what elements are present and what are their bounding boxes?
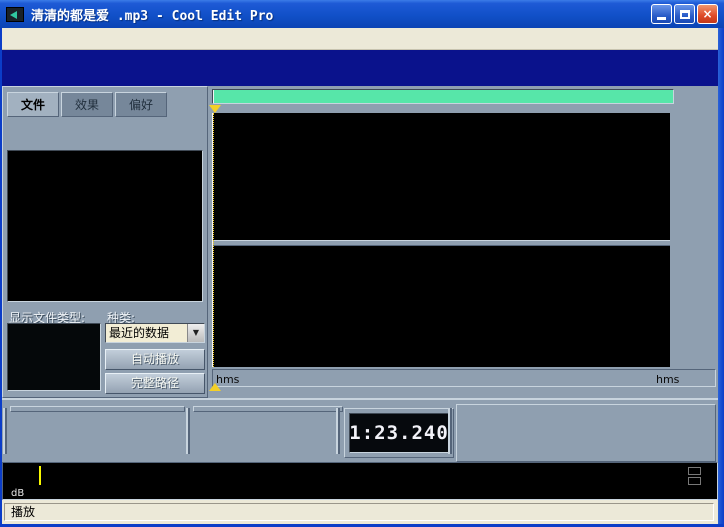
status-mode: 播放 (4, 503, 714, 521)
transport-controls (10, 406, 185, 412)
tab-favorites[interactable]: 偏好 (115, 92, 167, 117)
time-display[interactable]: 1:23.240 (349, 413, 449, 453)
status-bar: 播放 (2, 500, 718, 524)
group-grip[interactable] (336, 408, 340, 454)
tab-effects[interactable]: 效果 (61, 92, 113, 117)
clip-indicator-left[interactable] (688, 467, 701, 475)
organizer-panel: 文件 效果 偏好 显示文件类型: 种类: 最近的数据 ▼ 自动播放 完整路径 (2, 86, 208, 398)
waveform-area[interactable] (212, 113, 670, 367)
waveform-channel-right[interactable] (212, 246, 670, 367)
maximize-button[interactable] (674, 4, 695, 24)
selection-marker-top[interactable] (209, 105, 221, 113)
zoom-controls (193, 406, 343, 412)
meter-scale (39, 486, 703, 500)
level-meter[interactable]: dB (2, 462, 718, 500)
meter-bars (39, 466, 703, 486)
app-icon[interactable] (6, 7, 24, 22)
meter-unit-label: dB (11, 488, 24, 499)
close-icon: × (702, 7, 712, 21)
waveform-channel-left[interactable] (212, 113, 670, 240)
minimize-icon (657, 17, 666, 20)
clip-indicator-right[interactable] (688, 477, 701, 485)
selection-marker-bottom[interactable] (209, 383, 221, 391)
ruler-unit-right: hms (656, 373, 679, 386)
selection-start-line (213, 113, 214, 367)
window-border-left (0, 28, 2, 527)
sort-dropdown-value: 最近的数据 (106, 324, 187, 342)
minimize-button[interactable] (651, 4, 672, 24)
menu-bar (2, 28, 720, 50)
window-border-right (718, 28, 724, 527)
tab-files[interactable]: 文件 (7, 92, 59, 117)
peak-indicator (39, 466, 41, 485)
group-grip[interactable] (448, 408, 452, 454)
title-bar: 清清的都是爱 .mp3 - Cool Edit Pro × (0, 0, 724, 28)
close-button[interactable]: × (697, 4, 718, 24)
group-grip[interactable] (3, 408, 7, 454)
full-path-button[interactable]: 完整路径 (105, 373, 205, 394)
organizer-tabs: 文件 效果 偏好 (7, 92, 169, 117)
file-type-filter-box (7, 323, 101, 391)
auto-play-button[interactable]: 自动播放 (105, 349, 205, 370)
chevron-down-icon[interactable]: ▼ (187, 324, 204, 342)
overview-playhead[interactable] (213, 90, 214, 103)
waveform-display-panel: hms hms (208, 86, 718, 398)
amplitude-ruler[interactable] (672, 113, 716, 367)
cool-edit-pro-window: 清清的都是爱 .mp3 - Cool Edit Pro × 文件 效果 偏好 显… (0, 0, 724, 527)
time-ruler[interactable]: hms hms (212, 369, 716, 387)
overview-bar[interactable] (212, 89, 674, 104)
group-grip[interactable] (186, 408, 190, 454)
time-display-panel: 1:23.240 (344, 408, 454, 458)
maximize-icon (680, 10, 690, 19)
selection-view-panel (456, 404, 716, 462)
transport-bar: 1:23.240 (2, 398, 718, 462)
toolbar (2, 50, 720, 86)
sort-dropdown[interactable]: 最近的数据 ▼ (105, 323, 205, 343)
playback-cursor[interactable] (212, 113, 213, 367)
window-title: 清清的都是爱 .mp3 - Cool Edit Pro (31, 5, 651, 24)
file-list[interactable] (7, 150, 203, 302)
